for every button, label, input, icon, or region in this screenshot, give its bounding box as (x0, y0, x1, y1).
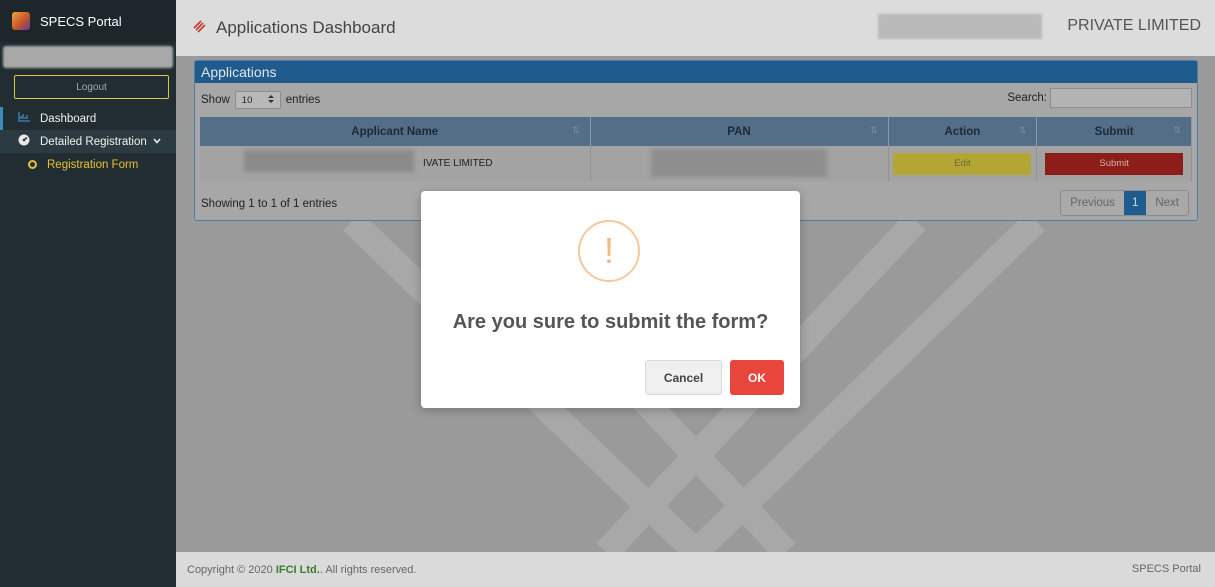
action-cell: Edit (888, 146, 1038, 181)
sort-icon: ⇅ (1173, 125, 1181, 135)
copyright-prefix: Copyright © 2020 (187, 564, 273, 576)
sidebar-item-dashboard[interactable]: Dashboard (0, 107, 176, 130)
sort-updown-icon (267, 94, 274, 106)
table-info: Showing 1 to 1 of 1 entries (201, 198, 338, 210)
company-link[interactable]: IFCI Ltd. (276, 564, 320, 576)
applicant-name-text: IVATE LIMITED (422, 158, 493, 169)
ok-button[interactable]: OK (730, 360, 784, 395)
chart-icon (16, 112, 32, 125)
entries-select[interactable]: 10 (234, 91, 281, 109)
applicant-name-redacted (244, 150, 414, 172)
column-header-submit[interactable]: Submit ⇅ (1036, 117, 1192, 146)
applications-table: Applicant Name ⇅ PAN ⇅ Action ⇅ Submit ⇅ (200, 117, 1192, 181)
brand-mark-icon (192, 19, 206, 38)
show-label: Show (201, 94, 230, 106)
column-header-applicant-name[interactable]: Applicant Name ⇅ (200, 117, 591, 146)
previous-page-button[interactable]: Previous (1061, 191, 1124, 215)
footer-app-name: SPECS Portal (1131, 563, 1201, 575)
dialog-message: Are you sure to submit the form? (452, 311, 769, 333)
page-title: Applications Dashboard (216, 18, 396, 37)
page-length-control: Show 10 entries (201, 91, 320, 109)
sidebar-item-label: Registration Form (47, 158, 139, 171)
sidebar-item-detailed-registration[interactable]: Detailed Registration (0, 130, 176, 153)
table-header-row: Applicant Name ⇅ PAN ⇅ Action ⇅ Submit ⇅ (200, 117, 1192, 146)
sort-icon: ⇅ (869, 125, 878, 135)
table-controls: Show 10 entries Search: (195, 83, 1197, 111)
sidebar-item-label: Detailed Registration (40, 135, 147, 148)
pan-redacted (651, 149, 828, 177)
sort-icon: ⇅ (571, 125, 580, 135)
sort-icon: ⇅ (1018, 125, 1027, 135)
submit-button[interactable]: Submit (1045, 152, 1184, 175)
panel-title: Applications (195, 61, 1197, 83)
sidebar-item-registration-form[interactable]: Registration Form (0, 153, 176, 176)
copyright-suffix: . All rights reserved. (319, 564, 417, 576)
chevron-down-icon (153, 136, 161, 147)
page-1-button[interactable]: 1 (1123, 191, 1147, 215)
pan-cell (590, 146, 889, 181)
column-header-pan[interactable]: PAN ⇅ (590, 117, 889, 146)
search-input[interactable] (1050, 88, 1192, 108)
edit-button[interactable]: Edit (893, 152, 1032, 175)
company-name: PRIVATE LIMITED (1067, 17, 1201, 34)
confirm-dialog: ! Are you sure to submit the form? Cance… (421, 191, 800, 408)
pagination: Previous 1 Next (1060, 190, 1189, 216)
cancel-button[interactable]: Cancel (645, 360, 722, 395)
brand-name: SPECS Portal (40, 13, 122, 29)
next-page-button[interactable]: Next (1146, 191, 1188, 215)
table-row: IVATE LIMITED Edit Submit (200, 146, 1192, 181)
warning-icon: ! (578, 220, 640, 282)
search-control: Search: (1007, 88, 1192, 108)
entries-value: 10 (241, 94, 253, 106)
logout-button[interactable]: Logout (14, 75, 169, 99)
brand[interactable]: SPECS Portal (0, 0, 176, 42)
circle-icon (28, 160, 37, 169)
brand-logo-icon (12, 12, 30, 30)
sidebar-nav: Dashboard Detailed Registration Registra… (0, 107, 176, 176)
search-label: Search: (1007, 92, 1047, 104)
submit-cell: Submit (1036, 146, 1192, 181)
tachometer-icon (16, 134, 32, 149)
column-header-action[interactable]: Action ⇅ (888, 117, 1038, 146)
footer: Copyright © 2020 IFCI Ltd.. All rights r… (176, 552, 1215, 587)
user-name-redacted (3, 46, 173, 68)
company-name-redacted (878, 14, 1042, 39)
applicant-name-cell: IVATE LIMITED (200, 146, 591, 181)
top-header: Applications Dashboard PRIVATE LIMITED (176, 0, 1215, 56)
sidebar-item-label: Dashboard (40, 112, 97, 125)
copyright: Copyright © 2020 IFCI Ltd.. All rights r… (187, 564, 416, 576)
entries-label: entries (285, 94, 321, 106)
sidebar: SPECS Portal Logout Dashboard Detailed R… (0, 0, 176, 587)
